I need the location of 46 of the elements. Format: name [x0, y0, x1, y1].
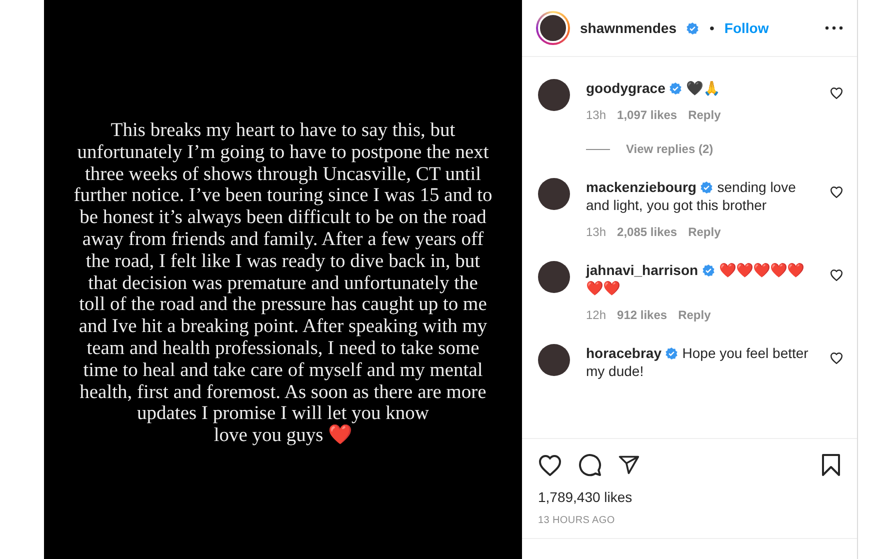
separator-dot: •	[709, 20, 714, 36]
bookmark-icon[interactable]	[821, 454, 841, 476]
comment-likes: 2,085 likes	[617, 225, 678, 239]
post-text-line: team and health professionals, I need to take some	[86, 338, 480, 360]
avatar[interactable]	[538, 178, 570, 210]
comment-likes: 1,097 likes	[617, 108, 678, 122]
comment-text: ❤❤	[586, 280, 620, 296]
avatar[interactable]	[538, 344, 570, 376]
comment-likes: 912 likes	[617, 308, 668, 322]
comment-text: ❤❤❤❤❤	[718, 262, 804, 278]
comment-username[interactable]: jahnavi_harrison	[586, 262, 698, 278]
username[interactable]: shawnmendes	[580, 20, 676, 36]
like-icon[interactable]	[538, 454, 562, 476]
comment-username[interactable]: horacebray	[586, 345, 662, 361]
comment-text: and light, you got this brother	[586, 197, 767, 213]
post-text-line: toll of the road and the pressure has caught up to me	[79, 294, 487, 316]
comment-time: 12h	[586, 308, 606, 322]
post-text-line: time to heal and take care of myself and my mental	[83, 360, 483, 382]
comment-text: 🖤🙏	[686, 80, 720, 96]
avatar[interactable]	[538, 79, 570, 111]
comment-text: Hope you feel better	[682, 345, 808, 361]
more-options-icon[interactable]	[825, 26, 843, 30]
comment-username[interactable]: goodygrace	[586, 80, 666, 96]
comment-username[interactable]: mackenziebourg	[586, 179, 696, 195]
post-text-line: three weeks of shows through Uncasville, CT until	[84, 164, 482, 186]
avatar[interactable]	[536, 11, 570, 45]
post-text-line: that decision was premature and unfortunately the	[88, 272, 478, 294]
post-time: 13 HOURS AGO	[537, 514, 616, 528]
comment-time: 13h	[586, 225, 606, 239]
post-text-line: and Ive hit a breaking point. After speaking with my	[78, 316, 488, 338]
post-text-line: further notice. I’ve been touring since I was 15 and to	[74, 185, 492, 208]
post-text-line: the road, I felt like I was ready to dive back in, but	[86, 250, 480, 273]
post-text-line: away from friends and family. After a few years off	[82, 229, 484, 251]
post-text-line: This breaks my heart to have to say this, but	[110, 120, 456, 142]
like-count: 1,789,430 likes	[537, 488, 634, 505]
post-text-line: unfortunately I’m going to have to postpone the next	[77, 142, 489, 164]
comment-text: sending love	[717, 179, 796, 195]
post-text-line: be honest it’s always been difficult to be on the road	[80, 207, 486, 229]
avatar[interactable]	[538, 261, 570, 293]
post-text-line: love you guys ❤	[214, 425, 352, 447]
post-text-line: health, first and foremost. As soon as there are more	[80, 382, 486, 404]
post-text-line: updates I promise I will let you know	[137, 403, 429, 424]
comment-time: 13h	[586, 108, 606, 122]
share-icon[interactable]	[618, 454, 640, 476]
comment-icon[interactable]	[578, 453, 602, 477]
comment-text: my dude!	[586, 363, 644, 379]
